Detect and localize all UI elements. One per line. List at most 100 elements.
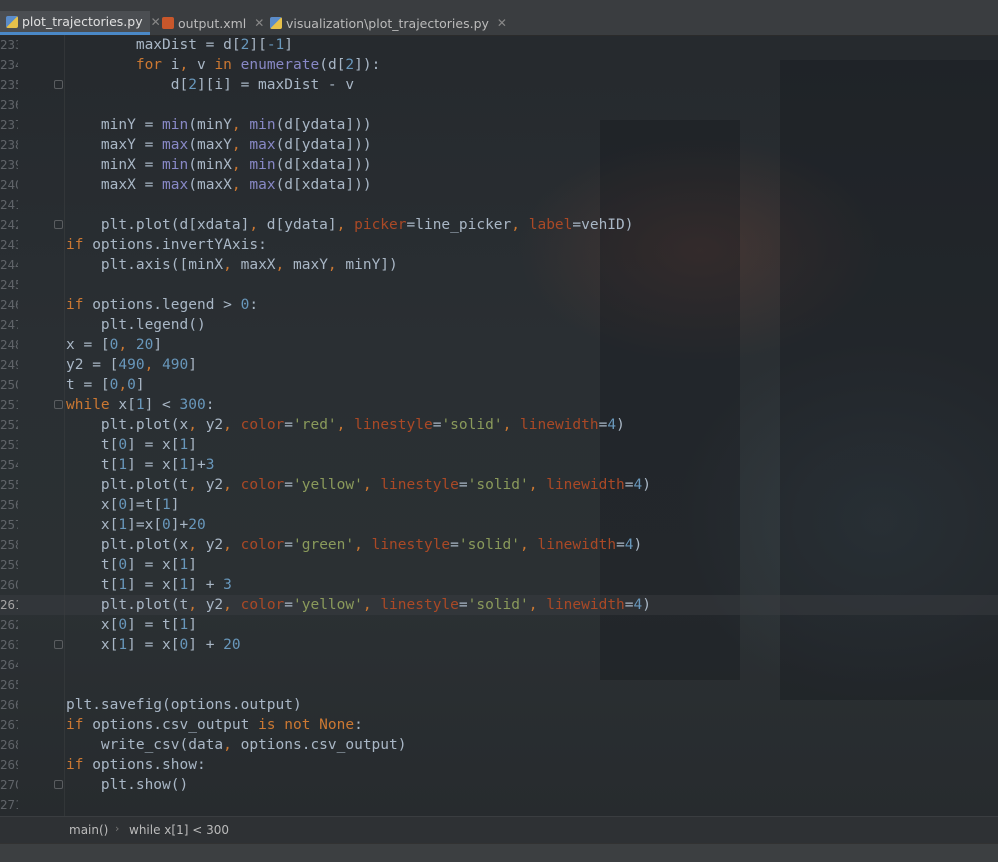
- code-line[interactable]: 269 if options.show:: [0, 755, 998, 775]
- code-text: plt.axis([minX, maxX, maxY, minY]): [66, 257, 398, 273]
- line-number: 250: [0, 377, 18, 392]
- tab-visualization-plot-trajectories-py[interactable]: visualization\plot_trajectories.py ✕: [264, 11, 507, 35]
- code-text: plt.show(): [66, 777, 189, 793]
- code-line[interactable]: 242 plt.plot(d[xdata], d[ydata], picker=…: [0, 215, 998, 235]
- code-line[interactable]: 254 t[1] = x[1]+3: [0, 455, 998, 475]
- code-text: x = [0, 20]: [66, 337, 163, 353]
- line-number: 270: [0, 777, 18, 792]
- code-line[interactable]: 234 for i, v in enumerate(d[2]):: [0, 55, 998, 75]
- code-line[interactable]: 261 plt.plot(t, y2, color='yellow', line…: [0, 595, 998, 615]
- tab-label: plot_trajectories.py: [22, 14, 143, 29]
- code-line[interactable]: 243 if options.invertYAxis:: [0, 235, 998, 255]
- code-text: t[1] = x[1]+3: [66, 457, 215, 473]
- breadcrumb-item-while[interactable]: while x[1] < 300: [129, 823, 229, 837]
- code-line[interactable]: 268 write_csv(data, options.csv_output): [0, 735, 998, 755]
- code-text: t[1] = x[1] + 3: [66, 577, 232, 593]
- code-text: plt.plot(d[xdata], d[ydata], picker=line…: [66, 217, 634, 233]
- code-line[interactable]: 271: [0, 795, 998, 815]
- code-line[interactable]: 256 x[0]=t[1]: [0, 495, 998, 515]
- code-line[interactable]: 252 plt.plot(x, y2, color='red', linesty…: [0, 415, 998, 435]
- editor-tab-bar: plot_trajectories.py ✕ output.xml ✕ visualiz…: [0, 0, 998, 36]
- code-line[interactable]: 262 x[0] = t[1]: [0, 615, 998, 635]
- tab-output-xml[interactable]: output.xml ✕: [156, 11, 264, 35]
- close-tab-icon[interactable]: ✕: [254, 16, 264, 30]
- code-line[interactable]: 260 t[1] = x[1] + 3: [0, 575, 998, 595]
- code-text: for i, v in enumerate(d[2]):: [66, 57, 381, 73]
- code-line[interactable]: 258 plt.plot(x, y2, color='green', lines…: [0, 535, 998, 555]
- code-line[interactable]: 263 x[1] = x[0] + 20: [0, 635, 998, 655]
- code-line[interactable]: 251 while x[1] < 300:: [0, 395, 998, 415]
- code-line[interactable]: 265: [0, 675, 998, 695]
- code-editor[interactable]: 233 maxDist = d[2][-1]234 for i, v in en…: [0, 35, 998, 816]
- code-line[interactable]: 238 maxY = max(maxY, max(d[ydata])): [0, 135, 998, 155]
- status-bar: [0, 843, 998, 862]
- code-line[interactable]: 239 minX = min(minX, min(d[xdata])): [0, 155, 998, 175]
- line-number: 240: [0, 177, 18, 192]
- line-number: 265: [0, 677, 18, 692]
- code-text: plt.savefig(options.output): [66, 697, 302, 713]
- python-file-icon: [270, 17, 282, 29]
- code-line[interactable]: 235 d[2][i] = maxDist - v: [0, 75, 998, 95]
- breadcrumb-separator: ›: [115, 822, 120, 835]
- code-text: d[2][i] = maxDist - v: [66, 77, 355, 93]
- code-line[interactable]: 247 plt.legend(): [0, 315, 998, 335]
- line-number: 254: [0, 457, 18, 472]
- code-line[interactable]: 249 y2 = [490, 490]: [0, 355, 998, 375]
- code-line[interactable]: 266 plt.savefig(options.output): [0, 695, 998, 715]
- code-line[interactable]: 240 maxX = max(maxX, max(d[xdata])): [0, 175, 998, 195]
- line-number: 268: [0, 737, 18, 752]
- code-line[interactable]: 233 maxDist = d[2][-1]: [0, 35, 998, 55]
- code-text: plt.plot(x, y2, color='red', linestyle='…: [66, 417, 625, 433]
- line-number: 253: [0, 437, 18, 452]
- code-line[interactable]: 241: [0, 195, 998, 215]
- code-text: x[0] = t[1]: [66, 617, 197, 633]
- code-line[interactable]: 248 x = [0, 20]: [0, 335, 998, 355]
- fold-marker-icon[interactable]: [54, 640, 63, 649]
- code-line[interactable]: 267 if options.csv_output is not None:: [0, 715, 998, 735]
- fold-marker-icon[interactable]: [54, 80, 63, 89]
- close-tab-icon[interactable]: ✕: [497, 16, 507, 30]
- line-number: 243: [0, 237, 18, 252]
- code-text: if options.show:: [66, 757, 206, 773]
- code-text: if options.invertYAxis:: [66, 237, 267, 253]
- line-number: 248: [0, 337, 18, 352]
- code-line[interactable]: 236: [0, 95, 998, 115]
- code-text: maxDist = d[2][-1]: [66, 37, 294, 53]
- python-file-icon: [6, 15, 18, 28]
- code-line[interactable]: 270 plt.show(): [0, 775, 998, 795]
- line-number: 249: [0, 357, 18, 372]
- line-number: 255: [0, 477, 18, 492]
- code-text: while x[1] < 300:: [66, 397, 215, 413]
- fold-marker-icon[interactable]: [54, 400, 63, 409]
- code-text: maxX = max(maxX, max(d[xdata])): [66, 177, 372, 193]
- line-number: 259: [0, 557, 18, 572]
- line-number: 242: [0, 217, 18, 232]
- fold-marker-icon[interactable]: [54, 780, 63, 789]
- code-line[interactable]: 253 t[0] = x[1]: [0, 435, 998, 455]
- line-number: 257: [0, 517, 18, 532]
- code-text: plt.legend(): [66, 317, 206, 333]
- code-text: t[0] = x[1]: [66, 437, 197, 453]
- line-number: 264: [0, 657, 18, 672]
- code-line[interactable]: 245: [0, 275, 998, 295]
- line-number: 239: [0, 157, 18, 172]
- code-text: t = [0,0]: [66, 377, 145, 393]
- code-line[interactable]: 250 t = [0,0]: [0, 375, 998, 395]
- code-line[interactable]: 257 x[1]=x[0]+20: [0, 515, 998, 535]
- code-line[interactable]: 244 plt.axis([minX, maxX, maxY, minY]): [0, 255, 998, 275]
- line-number: 251: [0, 397, 18, 412]
- fold-marker-icon[interactable]: [54, 220, 63, 229]
- breadcrumb-item-function[interactable]: main(): [69, 823, 108, 837]
- code-line[interactable]: 246 if options.legend > 0:: [0, 295, 998, 315]
- line-number: 246: [0, 297, 18, 312]
- code-line[interactable]: 264: [0, 655, 998, 675]
- line-number: 260: [0, 577, 18, 592]
- code-line[interactable]: 259 t[0] = x[1]: [0, 555, 998, 575]
- line-number: 256: [0, 497, 18, 512]
- code-line[interactable]: 255 plt.plot(t, y2, color='yellow', line…: [0, 475, 998, 495]
- tab-plot-trajectories-py[interactable]: plot_trajectories.py ✕: [0, 11, 161, 35]
- line-number: 245: [0, 277, 18, 292]
- code-text: plt.plot(t, y2, color='yellow', linestyl…: [66, 477, 651, 493]
- line-number: 238: [0, 137, 18, 152]
- code-line[interactable]: 237 minY = min(minY, min(d[ydata])): [0, 115, 998, 135]
